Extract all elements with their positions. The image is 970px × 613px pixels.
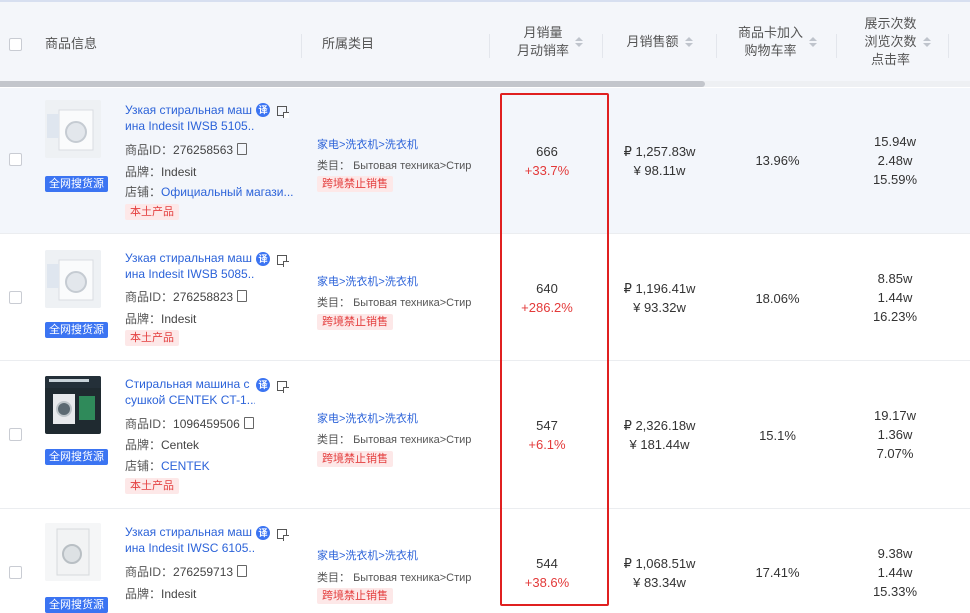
header-divider: [948, 34, 949, 58]
product-id: 商品ID：276259713: [125, 563, 248, 580]
translate-icon[interactable]: 译: [256, 103, 270, 117]
header-views[interactable]: 展示次数 浏览次数 点击率: [855, 2, 940, 82]
search-source-button[interactable]: 全网搜货源: [45, 176, 108, 192]
search-source-button[interactable]: 全网搜货源: [45, 449, 108, 465]
row-checkbox[interactable]: [9, 428, 22, 441]
header-category: 所属类目: [322, 35, 375, 51]
product-title-link[interactable]: Узкая стиральная маш ина Indesit IWSB 510…: [125, 102, 255, 134]
row-checkbox[interactable]: [9, 153, 22, 166]
external-link-icon[interactable]: [277, 529, 287, 539]
header-cart-rate[interactable]: 商品卡加入 购物车率: [730, 2, 825, 82]
sort-icon[interactable]: [922, 37, 931, 47]
row-checkbox[interactable]: [9, 566, 22, 579]
category-path-link[interactable]: 家电>洗衣机>洗衣机: [317, 547, 418, 563]
category-name: 类目： Бытовая техника>Стир: [317, 160, 472, 172]
header-divider: [602, 34, 603, 58]
shop-link[interactable]: CENTEK: [161, 459, 210, 473]
external-link-icon[interactable]: [277, 255, 287, 265]
product-image[interactable]: [45, 100, 101, 158]
product-id: 商品ID：276258823: [125, 288, 248, 305]
category-path-link[interactable]: 家电>洗衣机>洗衣机: [317, 136, 418, 152]
product-brand: 品牌：Indesit: [125, 165, 197, 179]
cart-rate-cell: 15.1%: [759, 428, 796, 443]
product-image[interactable]: [45, 250, 101, 308]
product-brand: 品牌：Indesit: [125, 312, 197, 326]
translate-icon[interactable]: 译: [256, 526, 270, 540]
external-link-icon[interactable]: [277, 106, 287, 116]
product-shop: 店铺：Официальный магази...: [125, 185, 294, 199]
cart-rate-cell: 18.06%: [755, 291, 800, 306]
table-header: 商品信息 所属类目 月销量 月动销率 月销售额 商品卡加入 购物车率 展示次数 浏览次…: [0, 2, 970, 83]
header-monthly-revenue[interactable]: 月销售额: [617, 2, 702, 82]
header-divider: [489, 34, 490, 58]
copy-icon[interactable]: [243, 417, 254, 429]
monthly-revenue-cell: ₽ 1,196.41w ¥ 93.32w: [623, 281, 696, 315]
translate-icon[interactable]: 译: [256, 252, 270, 266]
category-path-link[interactable]: 家电>洗衣机>洗衣机: [317, 410, 418, 426]
copy-icon[interactable]: [237, 565, 248, 577]
sort-icon[interactable]: [575, 37, 583, 47]
copy-icon[interactable]: [237, 143, 248, 155]
local-product-badge: 本土产品: [125, 204, 179, 220]
category-path-link[interactable]: 家电>洗衣机>洗衣机: [317, 273, 418, 289]
product-title-link[interactable]: Узкая стиральная маш ина Indesit IWSB 508…: [125, 250, 255, 282]
product-brand: 品牌：Indesit: [125, 587, 197, 601]
cross-border-banned-badge: 跨境禁止销售: [317, 588, 393, 604]
header-divider: [716, 34, 717, 58]
cross-border-banned-badge: 跨境禁止销售: [317, 176, 393, 192]
category-name: 类目： Бытовая техника>Стир: [317, 297, 472, 309]
copy-icon[interactable]: [237, 290, 248, 302]
header-divider: [301, 34, 302, 58]
search-source-button[interactable]: 全网搜货源: [45, 322, 108, 338]
sort-icon[interactable]: [809, 37, 817, 47]
product-id: 商品ID：1096459506: [125, 415, 254, 432]
monthly-revenue-cell: ₽ 1,257.83w ¥ 98.11w: [623, 144, 696, 178]
translate-icon[interactable]: 译: [256, 378, 270, 392]
cross-border-banned-badge: 跨境禁止销售: [317, 314, 393, 330]
product-brand: 品牌：Centek: [125, 438, 200, 452]
table-row[interactable]: 全网搜货源 Узкая стиральная маш ина Indesit IW…: [0, 234, 970, 361]
external-link-icon[interactable]: [277, 381, 287, 391]
table-row[interactable]: 全网搜货源 Узкая стиральная маш ина Indesit IW…: [0, 88, 970, 234]
header-monthly-sales[interactable]: 月销量 月动销率: [505, 2, 595, 82]
shop-link[interactable]: Официальный магази...: [161, 185, 294, 199]
search-source-button[interactable]: 全网搜货源: [45, 597, 108, 613]
views-cell: 19.17w 1.36w 7.07%: [874, 408, 916, 461]
cart-rate-cell: 17.41%: [755, 565, 800, 580]
local-product-badge: 本土产品: [125, 478, 179, 494]
category-name: 类目： Бытовая техника>Стир: [317, 572, 472, 584]
cross-border-banned-badge: 跨境禁止销售: [317, 451, 393, 467]
header-product-info: 商品信息: [45, 35, 98, 51]
views-cell: 15.94w 2.48w 15.59%: [872, 134, 918, 187]
views-cell: 9.38w 1.44w 15.33%: [872, 546, 918, 599]
select-all-checkbox[interactable]: [9, 38, 22, 51]
table-row[interactable]: 全网搜货源 Стиральная машина с сушкой CENTEK C…: [0, 361, 970, 509]
product-image[interactable]: [45, 523, 101, 581]
highlight-annotation-box: [500, 93, 609, 606]
category-name: 类目： Бытовая техника>Стир: [317, 434, 472, 446]
cart-rate-cell: 13.96%: [755, 153, 800, 168]
header-divider: [836, 34, 837, 58]
sort-icon[interactable]: [684, 37, 693, 47]
product-image[interactable]: [45, 376, 101, 434]
monthly-revenue-cell: ₽ 2,326.18w ¥ 181.44w: [623, 418, 696, 452]
product-title-link[interactable]: Стиральная машина с сушкой CENTEK CT-1...: [125, 376, 255, 408]
table-row[interactable]: 全网搜货源 Узкая стиральная маш ина Indesit IW…: [0, 509, 970, 613]
monthly-revenue-cell: ₽ 1,068.51w ¥ 83.34w: [623, 556, 696, 590]
horizontal-scrollbar-thumb[interactable]: [0, 81, 705, 87]
row-checkbox[interactable]: [9, 291, 22, 304]
product-title-link[interactable]: Узкая стиральная маш ина Indesit IWSC 610…: [125, 524, 255, 556]
views-cell: 8.85w 1.44w 16.23%: [872, 271, 918, 324]
product-id: 商品ID：276258563: [125, 141, 248, 158]
local-product-badge: 本土产品: [125, 330, 179, 346]
product-shop: 店铺：CENTEK: [125, 459, 210, 473]
